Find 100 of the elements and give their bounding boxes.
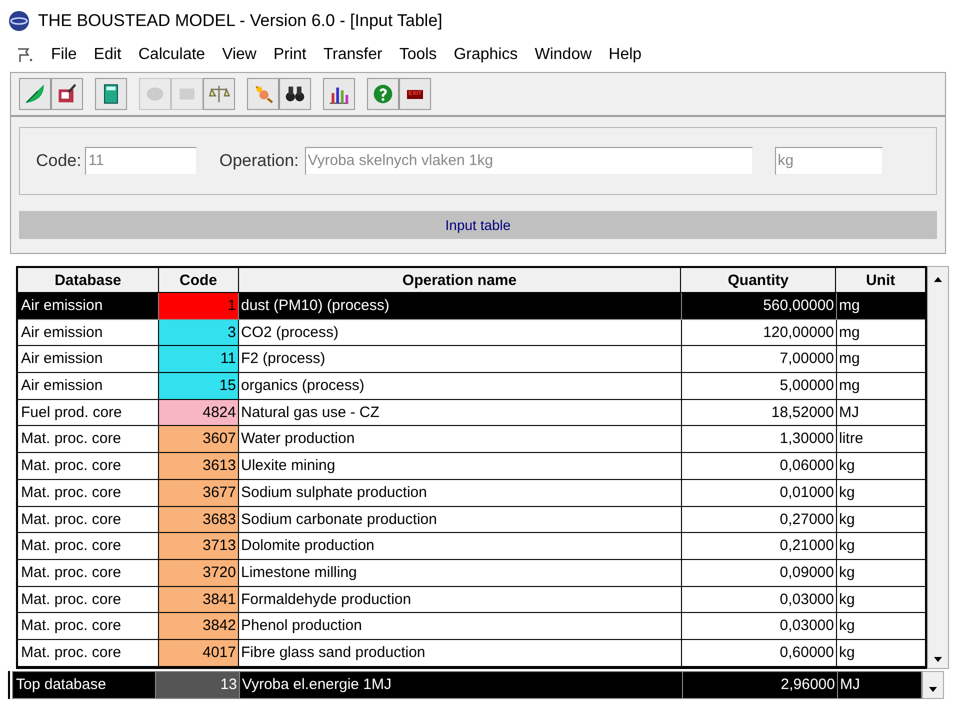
- code-cell: 3683: [158, 506, 238, 532]
- scroll-up-icon[interactable]: [933, 275, 943, 283]
- code-cell: 3: [158, 320, 238, 346]
- operation-field[interactable]: Vyroba skelnych vlaken 1kg: [304, 147, 753, 175]
- table-cell-text: Air emission: [20, 349, 104, 370]
- table-cell: 0,06000: [681, 453, 836, 479]
- table-cell-text: Fuel prod. core: [20, 402, 123, 423]
- table-cell: MJ: [836, 400, 925, 426]
- table-cell: 0,01000: [681, 480, 836, 506]
- code-cell: 4017: [158, 640, 238, 666]
- code-cell: 11: [158, 346, 238, 372]
- table-row[interactable]: Mat. proc. core 3613 Ulexite mining 0,06000 kg: [18, 453, 925, 480]
- help-icon: [371, 82, 395, 106]
- table-cell: mg: [836, 346, 925, 372]
- table-cell-text: Top database: [15, 674, 108, 695]
- table-cell: kg: [836, 533, 925, 559]
- table-cell: 120,00000: [681, 320, 836, 346]
- table-row[interactable]: Mat. proc. core 3607 Water production 1,30000 litre: [18, 426, 925, 454]
- code-cell: 3613: [158, 453, 238, 479]
- table-cell-text: Mat. proc. core: [20, 510, 122, 530]
- menu-item[interactable]: Calculate: [138, 43, 206, 67]
- table-cell: MJ: [837, 672, 921, 698]
- table-cell: Fibre glass sand production: [238, 640, 681, 666]
- table-row[interactable]: Fuel prod. core 4824 Natural gas use - CZ 18,52000 MJ: [18, 400, 925, 426]
- column-header[interactable]: Quantity: [680, 268, 836, 293]
- code-cell: 3713: [158, 533, 238, 559]
- table-cell: 0,21000: [681, 533, 836, 559]
- table-cell: 2,96000: [682, 672, 837, 698]
- scroll-down-icon[interactable]: [933, 656, 943, 664]
- table-row[interactable]: Mat. proc. core 3841 Formaldehyde production 0,03000 kg: [18, 586, 925, 614]
- code-label: Code:: [36, 150, 82, 172]
- table-cell: Water production: [238, 426, 681, 452]
- code-cell: 1: [158, 293, 238, 319]
- table-title-bar: Input table: [19, 211, 937, 239]
- table-cell: Limestone milling: [238, 560, 681, 586]
- menu-item[interactable]: Edit: [94, 43, 122, 67]
- table-cell: Formaldehyde production: [238, 586, 681, 612]
- table-cell-text: Mat. proc. core: [20, 482, 122, 503]
- table-row[interactable]: Mat. proc. core 3677 Sodium sulphate production 0,01000 kg: [18, 480, 925, 506]
- menu-item[interactable]: Window: [534, 43, 592, 67]
- toolbar-button[interactable]: [279, 78, 311, 110]
- flag-icon[interactable]: [16, 47, 34, 63]
- table-cell-text: Mat. proc. core: [20, 562, 122, 583]
- menu-item[interactable]: Graphics: [454, 43, 518, 67]
- menu-item[interactable]: Help: [608, 43, 642, 67]
- table-row[interactable]: Mat. proc. core 3713 Dolomite production 0,21000 kg: [18, 533, 925, 560]
- table-cell-text: Mat. proc. core: [20, 456, 122, 476]
- table-cell: mg: [836, 320, 925, 346]
- code-cell: 3607: [158, 426, 238, 452]
- table-cell: 560,00000: [681, 293, 836, 319]
- table-cell-text: Mat. proc. core: [20, 590, 122, 610]
- operation-label: Operation:: [219, 150, 299, 172]
- table-row[interactable]: Air emission 1 dust (PM10) (process) 560,00000 mg: [18, 293, 925, 320]
- table-cell: 0,60000: [681, 640, 836, 666]
- table-cell: Sodium sulphate production: [238, 480, 681, 506]
- menu-item[interactable]: Print: [273, 43, 306, 67]
- table-row[interactable]: Mat. proc. core 3720 Limestone milling 0,09000 kg: [18, 560, 925, 587]
- column-header[interactable]: Operation name: [238, 268, 680, 293]
- menu-item[interactable]: Transfer: [323, 43, 382, 67]
- code-cell: 3841: [158, 586, 238, 612]
- table-row[interactable]: Mat. proc. core 3683 Sodium carbonate production 0,27000 kg: [18, 506, 925, 534]
- table-row[interactable]: Air emission 3 CO2 (process) 120,00000 mg: [18, 320, 925, 346]
- code-field[interactable]: 11: [85, 147, 198, 175]
- table-cell-text: Air emission: [20, 296, 104, 316]
- unit-field[interactable]: kg: [774, 147, 883, 175]
- code-cell: 3720: [158, 560, 238, 586]
- table-row[interactable]: Air emission 11 F2 (process) 7,00000 mg: [18, 346, 925, 374]
- toolbar-button[interactable]: [95, 78, 127, 110]
- table-cell-text: Air emission: [20, 376, 104, 396]
- table-cell: kg: [836, 586, 925, 612]
- table-cell: litre: [836, 426, 925, 452]
- toolbar-button[interactable]: [51, 78, 83, 110]
- table-cell: 7,00000: [681, 346, 836, 372]
- table-cell-text: Mat. proc. core: [20, 616, 122, 636]
- table-cell: kg: [836, 453, 925, 479]
- toolbar-button[interactable]: [323, 78, 355, 110]
- menu-item[interactable]: View: [222, 43, 256, 67]
- table-cell: 0,03000: [681, 586, 836, 612]
- table-cell: CO2 (process): [238, 320, 681, 346]
- column-header[interactable]: Code: [158, 268, 238, 293]
- table-cell: Sodium carbonate production: [238, 506, 681, 532]
- table-row[interactable]: Mat. proc. core 4017 Fibre glass sand production 0,60000 kg: [18, 640, 925, 667]
- table-cell: Dolomite production: [238, 533, 681, 559]
- table-cell: 0,27000: [681, 506, 836, 532]
- table-row[interactable]: Mat. proc. core 3842 Phenol production 0,03000 kg: [18, 613, 925, 640]
- table-cell: Natural gas use - CZ: [238, 400, 681, 426]
- table-cell: dust (PM10) (process): [238, 293, 681, 319]
- scroll-down-icon[interactable]: [928, 686, 938, 694]
- window-title: THE BOUSTEAD MODEL - Version 6.0 - [Input Table]: [38, 10, 442, 32]
- table-row[interactable]: Air emission 15 organics (process) 5,00000 mg: [18, 373, 925, 400]
- menu-item[interactable]: Tools: [399, 43, 437, 67]
- column-header[interactable]: Unit: [835, 268, 925, 293]
- table-cell: 5,00000: [681, 373, 836, 399]
- menu-item[interactable]: File: [51, 43, 77, 67]
- table-cell-text: Air emission: [20, 322, 104, 343]
- column-header[interactable]: Database: [18, 268, 158, 293]
- table-cell: 0,03000: [681, 613, 836, 639]
- table-cell: Vyroba el.energie 1MJ: [239, 672, 682, 698]
- table-cell: kg: [836, 506, 925, 532]
- table-cell: 0,09000: [681, 560, 836, 586]
